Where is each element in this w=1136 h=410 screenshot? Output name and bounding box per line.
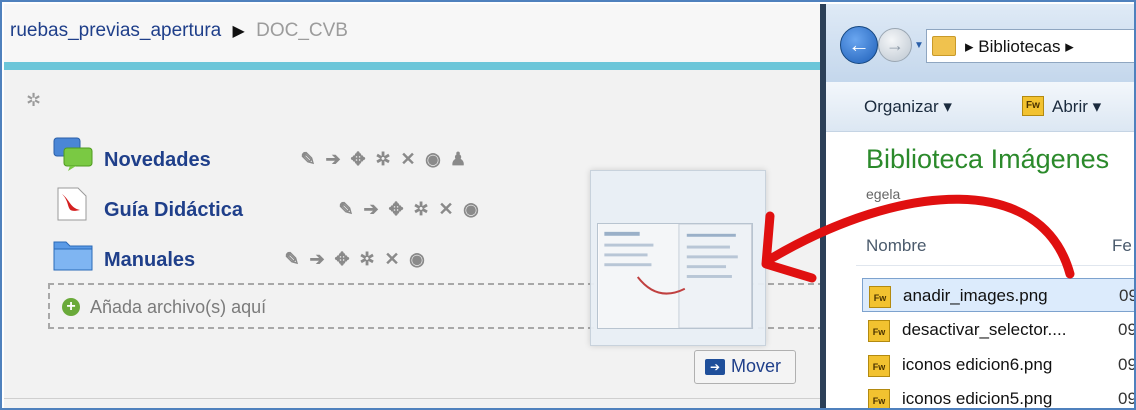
open-menu-button[interactable]: Abrir ▾ xyxy=(1052,97,1101,117)
folder-icon xyxy=(53,241,93,271)
edit-icon[interactable]: ✎ xyxy=(338,199,354,220)
breadcrumb-bar: ruebas_previas_apertura ▶ DOC_CVB xyxy=(4,4,820,62)
resource-row-guia-didactica: Guía Didáctica ✎ ➔ ✥ ✲ ✕ ◉ xyxy=(52,186,532,226)
breadcrumb-separator: ▶ xyxy=(232,23,245,40)
fireworks-icon: Fw xyxy=(1022,96,1044,116)
section-settings-gear-icon[interactable]: ✲ xyxy=(26,90,41,111)
breadcrumb: ruebas_previas_apertura ▶ DOC_CVB xyxy=(10,20,348,42)
file-name: iconos edicion6.png xyxy=(902,355,1053,374)
edit-icon[interactable]: ✎ xyxy=(284,249,300,270)
file-date: 09 xyxy=(1118,355,1136,374)
file-row-selected[interactable]: Fw anadir_images.png 09 xyxy=(862,278,1134,312)
history-dropdown-icon[interactable]: ▼ xyxy=(914,40,924,51)
forward-button[interactable]: → xyxy=(878,28,912,62)
explorer-toolbar: Organizar ▾ Fw Abrir ▾ xyxy=(826,82,1134,132)
edit-icon[interactable]: ✎ xyxy=(300,149,316,170)
dragged-image-thumbnail xyxy=(597,223,753,329)
fireworks-file-icon: Fw xyxy=(868,355,890,377)
library-title: Biblioteca Imágenes xyxy=(866,144,1110,174)
delete-icon[interactable]: ✕ xyxy=(384,249,400,270)
resource-link-manuales[interactable]: Manuales xyxy=(104,249,195,272)
address-bar: ← → ▼ ▸ Bibliotecas ▸ xyxy=(826,4,1134,82)
file-name: iconos edicion5.png xyxy=(902,389,1053,408)
back-arrow-icon: ← xyxy=(848,32,870,57)
move-right-icon[interactable]: ➔ xyxy=(325,149,341,170)
accent-line xyxy=(4,62,820,70)
resource-link-guia-didactica[interactable]: Guía Didáctica xyxy=(104,199,243,222)
path-field[interactable]: ▸ Bibliotecas ▸ xyxy=(926,29,1134,63)
fireworks-file-icon: Fw xyxy=(868,320,890,342)
column-header: Nombre Fe xyxy=(856,226,1134,266)
file-name: anadir_images.png xyxy=(903,286,1048,305)
delete-icon[interactable]: ✕ xyxy=(438,199,454,220)
settings-gear-icon[interactable]: ✲ xyxy=(359,249,375,270)
resource-link-novedades[interactable]: Novedades xyxy=(104,149,211,172)
drag-preview xyxy=(590,170,766,346)
move-button[interactable]: ➔ Mover xyxy=(694,350,796,384)
forum-icon xyxy=(53,137,93,171)
move-icon[interactable]: ✥ xyxy=(388,199,404,220)
file-name: desactivar_selector.... xyxy=(902,320,1067,339)
delete-icon[interactable]: ✕ xyxy=(400,149,416,170)
drop-zone-text: Añada archivo(s) aquí xyxy=(90,297,267,317)
edit-actions: ✎ ➔ ✥ ✲ ✕ ◉ xyxy=(338,199,479,220)
move-right-icon[interactable]: ➔ xyxy=(363,199,379,220)
back-button[interactable]: ← xyxy=(840,26,878,64)
file-date: 09 xyxy=(1118,320,1136,339)
group-icon[interactable]: ♟ xyxy=(450,149,466,170)
move-button-label: Mover xyxy=(731,356,782,376)
arrow-right-icon: ➔ xyxy=(705,359,725,375)
course-panel: ruebas_previas_apertura ▶ DOC_CVB ✲ Nove… xyxy=(4,4,820,408)
edit-actions: ✎ ➔ ✥ ✲ ✕ ◉ xyxy=(284,249,425,270)
column-date-header[interactable]: Fe xyxy=(1112,236,1132,256)
folder-icon xyxy=(932,36,956,56)
eye-icon[interactable]: ◉ xyxy=(425,149,441,170)
settings-gear-icon[interactable]: ✲ xyxy=(375,149,391,170)
organize-menu-button[interactable]: Organizar ▾ xyxy=(864,97,952,117)
file-row[interactable]: Fw desactivar_selector.... 09 xyxy=(862,313,1136,347)
file-explorer-window: ← → ▼ ▸ Bibliotecas ▸ Organizar ▾ Fw Abr… xyxy=(820,4,1136,408)
resource-row-novedades: Novedades ✎ ➔ ✥ ✲ ✕ ◉ ♟ xyxy=(52,136,522,176)
breadcrumb-parent-link[interactable]: ruebas_previas_apertura xyxy=(10,20,221,41)
file-date: 09 xyxy=(1118,389,1136,408)
file-row[interactable]: Fw iconos edicion5.png 09 xyxy=(862,382,1136,408)
fireworks-file-icon: Fw xyxy=(869,286,891,308)
edit-actions: ✎ ➔ ✥ ✲ ✕ ◉ ♟ xyxy=(300,149,466,170)
move-icon[interactable]: ✥ xyxy=(334,249,350,270)
file-row[interactable]: Fw iconos edicion6.png 09 xyxy=(862,348,1136,382)
move-right-icon[interactable]: ➔ xyxy=(309,249,325,270)
screenshot-frame: ruebas_previas_apertura ▶ DOC_CVB ✲ Nove… xyxy=(0,0,1136,410)
path-text: ▸ Bibliotecas ▸ xyxy=(965,37,1074,56)
column-name-header[interactable]: Nombre xyxy=(866,236,926,256)
path-segment-bibliotecas[interactable]: Bibliotecas xyxy=(978,37,1060,56)
library-subtitle: egela xyxy=(866,186,901,202)
eye-icon[interactable]: ◉ xyxy=(409,249,425,270)
fireworks-file-icon: Fw xyxy=(868,389,890,408)
divider xyxy=(4,398,820,399)
add-icon: + xyxy=(62,298,80,316)
eye-icon[interactable]: ◉ xyxy=(463,199,479,220)
file-date: 09 xyxy=(1119,286,1134,305)
move-icon[interactable]: ✥ xyxy=(350,149,366,170)
settings-gear-icon[interactable]: ✲ xyxy=(413,199,429,220)
pdf-icon xyxy=(57,187,87,221)
breadcrumb-current: DOC_CVB xyxy=(256,20,348,41)
forward-arrow-icon: → xyxy=(886,35,904,55)
resource-row-manuales: Manuales ✎ ➔ ✥ ✲ ✕ ◉ xyxy=(52,236,472,276)
